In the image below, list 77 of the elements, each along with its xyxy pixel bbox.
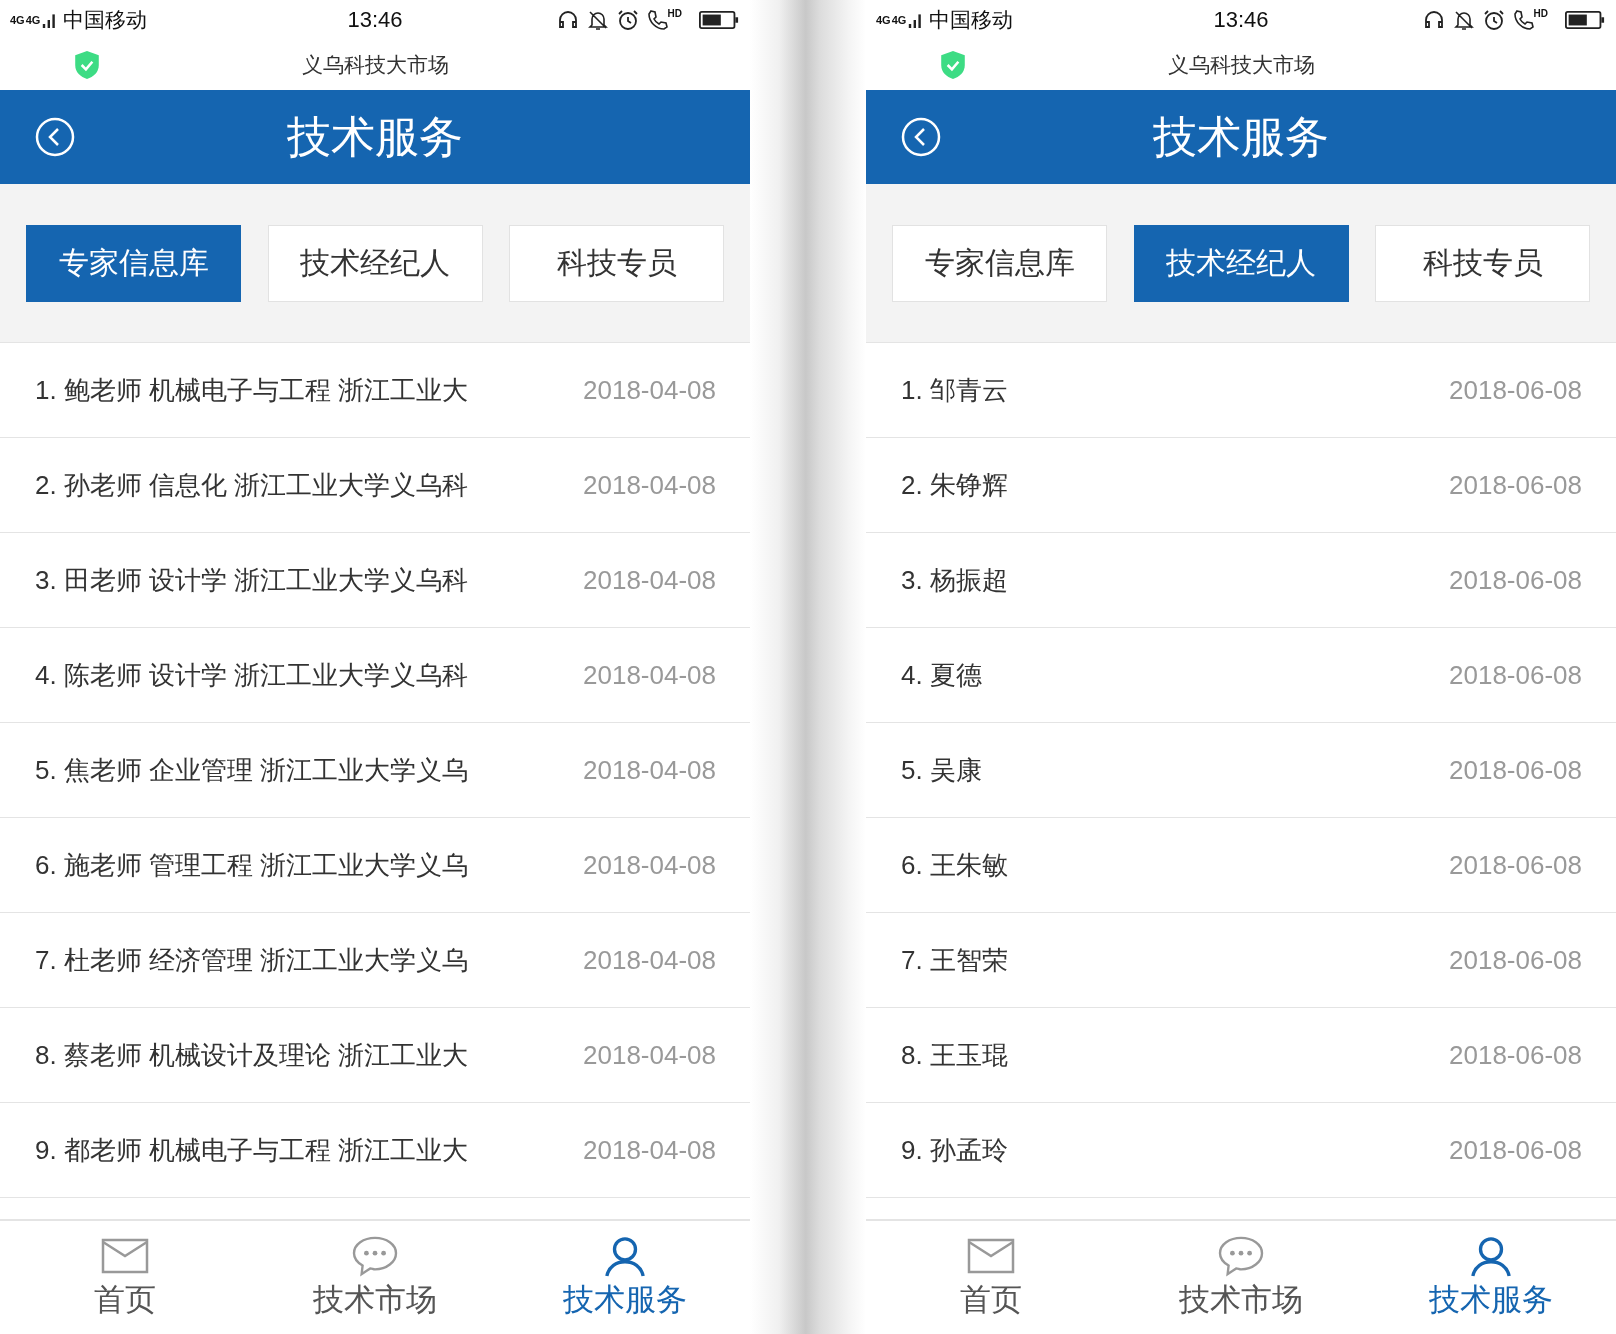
- category-tab[interactable]: 技术经纪人: [267, 224, 483, 302]
- row-date: 2018-04-08: [583, 754, 716, 786]
- bell-off-icon: [585, 8, 610, 32]
- row-title: 9. 都老师 机械电子与工程 浙江工业大: [35, 1133, 469, 1167]
- row-title: 6. 王朱敏: [901, 848, 1008, 882]
- row-date: 2018-06-08: [1449, 944, 1582, 976]
- chat-bubble-icon: [350, 1234, 400, 1277]
- row-date: 2018-04-08: [583, 659, 716, 691]
- row-date: 2018-04-08: [583, 1039, 716, 1071]
- back-icon[interactable]: [901, 117, 941, 157]
- row-title: 2. 朱铮辉: [901, 468, 1008, 502]
- battery-icon: [698, 10, 740, 30]
- phone-icon: [1511, 8, 1536, 32]
- row-title: 7. 杜老师 经济管理 浙江工业大学义乌: [35, 943, 469, 977]
- list-row[interactable]: 4. 夏德 2018-06-08: [866, 628, 1616, 723]
- site-title: 义乌科技大市场: [1167, 52, 1315, 78]
- carrier-name: 中国移动: [63, 7, 148, 33]
- row-title: 8. 蔡老师 机械设计及理论 浙江工业大: [35, 1038, 469, 1072]
- list-row[interactable]: 9. 孙孟玲 2018-06-08: [866, 1103, 1616, 1198]
- status-time: 13:46: [1213, 7, 1269, 33]
- hd-label: HD: [1533, 8, 1548, 19]
- row-date: 2018-06-08: [1449, 1134, 1582, 1166]
- site-title: 义乌科技大市场: [301, 52, 449, 78]
- back-icon[interactable]: [35, 117, 75, 157]
- bell-off-icon: [1451, 8, 1476, 32]
- row-date: 2018-04-08: [583, 374, 716, 406]
- row-date: 2018-04-08: [583, 564, 716, 596]
- row-date: 2018-04-08: [583, 849, 716, 881]
- carrier-name: 中国移动: [929, 7, 1014, 33]
- hd-label: HD: [667, 8, 682, 19]
- row-title: 7. 王智荣: [901, 943, 1008, 977]
- page-title: 技术服务: [287, 110, 463, 163]
- row-date: 2018-06-08: [1449, 564, 1582, 596]
- row-title: 1. 鲍老师 机械电子与工程 浙江工业大: [35, 373, 469, 407]
- row-title: 3. 田老师 设计学 浙江工业大学义乌科: [35, 563, 469, 597]
- list-row[interactable]: 2. 朱铮辉 2018-06-08: [866, 438, 1616, 533]
- list-row[interactable]: 3. 杨振超 2018-06-08: [866, 533, 1616, 628]
- row-date: 2018-06-08: [1449, 849, 1582, 881]
- list-row[interactable]: 5. 吴康 2018-06-08: [866, 723, 1616, 818]
- row-date: 2018-06-08: [1449, 1039, 1582, 1071]
- page-title: 技术服务: [1153, 110, 1329, 163]
- row-title: 2. 孙老师 信息化 浙江工业大学义乌科: [35, 468, 469, 502]
- row-date: 2018-04-08: [583, 1134, 716, 1166]
- row-date: 2018-04-08: [583, 469, 716, 501]
- battery-icon: [1564, 10, 1606, 30]
- category-tab[interactable]: 专家信息库: [26, 224, 241, 302]
- row-date: 2018-06-08: [1449, 754, 1582, 786]
- phone-icon: [645, 8, 670, 32]
- shield-check-icon: [940, 50, 966, 80]
- shield-check-icon: [74, 50, 100, 80]
- network-type: 4G: [891, 14, 907, 26]
- row-date: 2018-06-08: [1449, 469, 1582, 501]
- network-type: 4G: [25, 14, 41, 26]
- row-date: 2018-06-08: [1449, 659, 1582, 691]
- list-row[interactable]: 1. 邹青云 2018-06-08: [866, 343, 1616, 438]
- row-title: 4. 陈老师 设计学 浙江工业大学义乌科: [35, 658, 469, 692]
- category-tab[interactable]: 科技专员: [1375, 224, 1590, 302]
- row-title: 4. 夏德: [901, 658, 982, 692]
- row-title: 5. 吴康: [901, 753, 982, 787]
- row-title: 1. 邹青云: [901, 373, 1008, 407]
- category-tab[interactable]: 专家信息库: [892, 224, 1107, 302]
- row-title: 8. 王玉琨: [901, 1038, 1008, 1072]
- status-time: 13:46: [347, 7, 403, 33]
- list-row[interactable]: 8. 王玉琨 2018-06-08: [866, 1008, 1616, 1103]
- category-tab[interactable]: 技术经纪人: [1133, 224, 1349, 302]
- network-type: 4G: [876, 14, 891, 26]
- row-title: 3. 杨振超: [901, 563, 1008, 597]
- category-tab[interactable]: 科技专员: [509, 224, 724, 302]
- chat-bubble-icon: [1216, 1234, 1266, 1277]
- row-title: 9. 孙孟玲: [901, 1133, 1008, 1167]
- row-date: 2018-06-08: [1449, 374, 1582, 406]
- list-row[interactable]: 7. 王智荣 2018-06-08: [866, 913, 1616, 1008]
- row-date: 2018-04-08: [583, 944, 716, 976]
- row-title: 5. 焦老师 企业管理 浙江工业大学义乌: [35, 753, 469, 787]
- row-title: 6. 施老师 管理工程 浙江工业大学义乌: [35, 848, 469, 882]
- list-row[interactable]: 6. 王朱敏 2018-06-08: [866, 818, 1616, 913]
- network-type: 4G: [10, 14, 25, 26]
